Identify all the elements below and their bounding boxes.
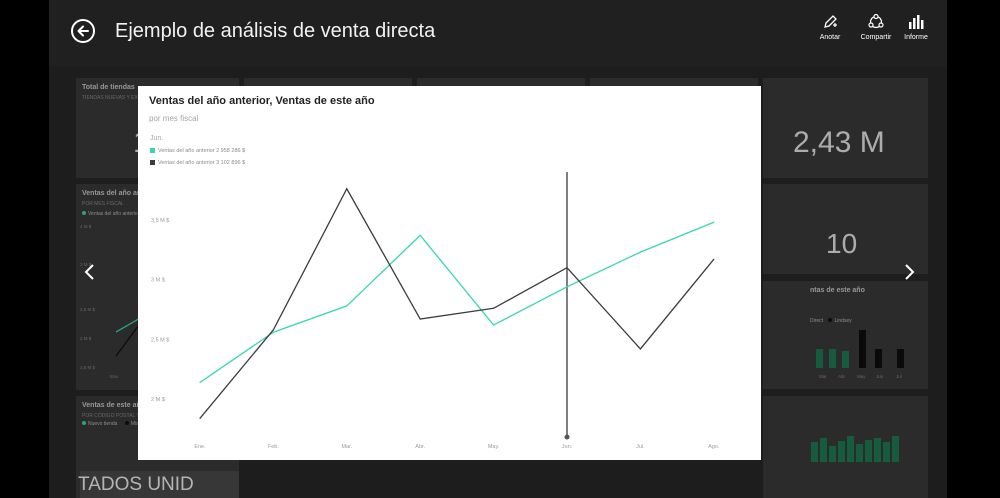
series-last-year-line[interactable] [199, 221, 715, 383]
tile-value: 2,43 M [793, 126, 885, 159]
mini-bar [892, 436, 899, 462]
legend-dot [82, 421, 86, 425]
tile-xtick: Mar [819, 374, 827, 379]
y-tick-label: 2,5 M $ [151, 337, 169, 343]
x-tick-label: Jul. [636, 444, 645, 450]
legend-label: Nuevo tienda [88, 421, 118, 427]
tooltip-text: Ventas del año anterior 3 102 896 $ [158, 160, 246, 166]
tooltip-row-this-year: Ventas del año anterior 3 102 896 $ [150, 160, 245, 166]
tile-title: Total de tiendas [82, 84, 135, 91]
x-tick-label: Ago. [708, 444, 720, 450]
mini-bar [842, 351, 849, 368]
tooltip-text: Ventas del año anterior 2 958 286 $ [158, 148, 246, 154]
tooltip-swatch [150, 160, 155, 166]
mini-bar [883, 442, 890, 462]
focus-chart-card[interactable]: 3,5 M $ 3 M $ 2,5 M $ 2 M $ Ene. Feb. Mar. Abr.… [138, 86, 761, 460]
report-label: Informe [904, 34, 928, 41]
y-tick-label: 3 M $ [151, 278, 165, 284]
annotate-button[interactable]: Anotar [804, 14, 856, 48]
point-this-year[interactable] [346, 188, 348, 190]
mini-bar [856, 444, 863, 462]
mini-bar [859, 330, 866, 368]
x-tick-label: Abr. [415, 444, 425, 450]
map-label: TADOS UNID [78, 474, 194, 495]
y-tick-label: 3,5 M $ [151, 218, 169, 224]
mini-bar [897, 349, 904, 368]
back-arrow-icon[interactable] [71, 19, 95, 43]
point-last-year[interactable] [346, 305, 348, 307]
x-tick-label: Ene. [194, 444, 206, 450]
chart-subtitle: por mes fiscal [149, 114, 199, 123]
tile-xtick: Jul [896, 374, 902, 379]
chevron-left-icon[interactable] [80, 262, 100, 282]
mini-bar [874, 438, 881, 462]
tile-right-bottom[interactable] [763, 396, 928, 498]
point-this-year[interactable] [639, 348, 641, 350]
series-this-year-line[interactable] [199, 187, 715, 419]
y-tick-label: 2 M $ [151, 397, 165, 403]
tile-kpi-small[interactable]: 10 [763, 184, 928, 274]
report-button[interactable]: Informe [890, 14, 942, 48]
mini-bar [865, 440, 872, 462]
annotate-label: Anotar [819, 34, 841, 41]
tile-value: 10 [826, 228, 858, 259]
tile-mini-bars [811, 436, 899, 462]
chart-title: Ventas del año anterior, Ventas de este … [149, 95, 375, 107]
pen-annotate-icon [824, 15, 837, 28]
point-last-year[interactable] [639, 251, 641, 253]
tile-title: Ventas de este año [82, 402, 146, 409]
share-icon [868, 14, 884, 29]
point-this-year[interactable] [199, 417, 201, 419]
tile-xtick: Jun [876, 374, 884, 379]
point-last-year[interactable] [713, 221, 715, 223]
mini-bar [829, 349, 836, 368]
mini-bar [811, 442, 818, 462]
page-title: Ejemplo de análisis de venta directa [115, 20, 436, 42]
tile-kpi-right[interactable]: 2,43 M [763, 78, 928, 178]
hover-indicator-handle[interactable] [564, 434, 570, 440]
chevron-right-icon[interactable] [899, 262, 919, 282]
bar-report-icon [909, 15, 924, 29]
point-this-year[interactable] [566, 267, 568, 269]
tile-right-bar[interactable]: ntas de este año Direct Lindsey Mar Abr … [763, 281, 928, 389]
point-this-year[interactable] [272, 329, 274, 331]
point-last-year[interactable] [272, 331, 274, 333]
point-this-year[interactable] [713, 258, 715, 260]
mini-bar [820, 438, 827, 462]
mini-bar [847, 436, 854, 462]
tooltip-swatch [150, 148, 155, 154]
point-last-year[interactable] [566, 286, 568, 288]
x-tick-label: Mar. [341, 444, 352, 450]
tooltip-row-last-year: Ventas del año anterior 2 958 286 $ [150, 148, 245, 154]
tile-mini-bars [816, 330, 904, 368]
top-bar: Ejemplo de análisis de venta directa Ano… [49, 0, 947, 66]
point-last-year[interactable] [199, 381, 201, 384]
legend-dot [124, 421, 129, 425]
mini-bar [816, 349, 823, 368]
x-tick-label: May. [488, 444, 500, 450]
tile-xtick: Abr [838, 374, 846, 379]
point-last-year[interactable] [419, 234, 421, 236]
x-tick-label: Feb. [268, 444, 279, 450]
x-tick-label: Jun. [562, 444, 573, 450]
mini-bar [875, 349, 882, 368]
mini-bar [838, 441, 845, 462]
tile-xtick: May [857, 374, 866, 379]
mini-bar [829, 446, 836, 462]
tooltip-month: Jun. [150, 135, 164, 142]
point-last-year[interactable] [493, 324, 495, 326]
point-this-year[interactable] [419, 318, 421, 320]
line-chart[interactable]: 3,5 M $ 3 M $ 2,5 M $ 2 M $ Ene. Feb. Mar. Abr.… [138, 86, 761, 460]
point-this-year[interactable] [493, 307, 495, 309]
